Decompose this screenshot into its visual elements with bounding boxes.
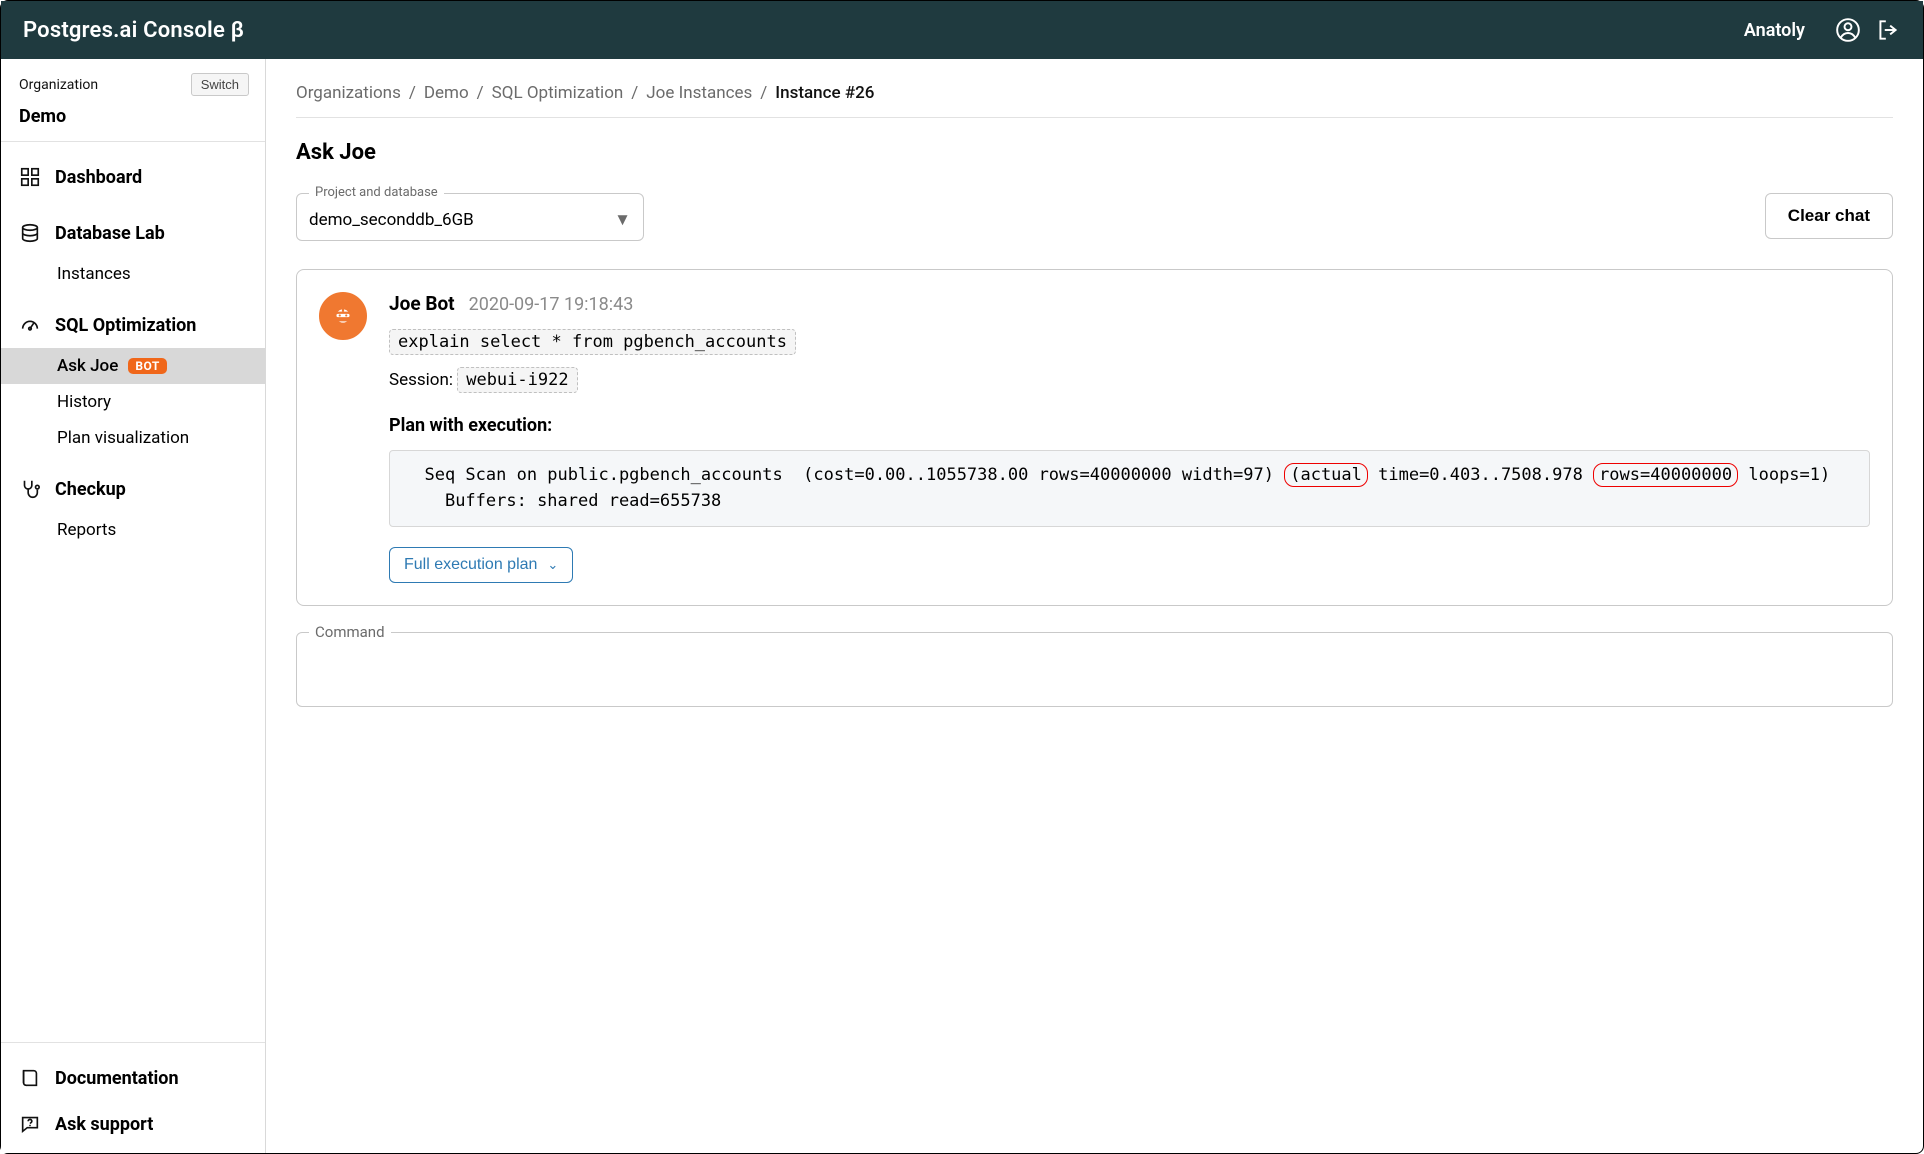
switch-org-button[interactable]: Switch: [191, 73, 249, 96]
sidebar-item-checkup[interactable]: Checkup: [1, 466, 265, 512]
highlight-actual: (actual: [1284, 463, 1368, 487]
breadcrumb-link[interactable]: SQL Optimization: [492, 83, 624, 103]
message-timestamp: 2020-09-17 19:18:43: [469, 294, 634, 315]
brand-title: Postgres.ai Console β: [23, 18, 244, 43]
stethoscope-icon: [19, 478, 41, 500]
session-value: webui-i922: [457, 367, 577, 393]
dashboard-icon: [19, 166, 41, 188]
top-bar: Postgres.ai Console β Anatoly: [1, 1, 1923, 59]
sidebar-item-label: Dashboard: [55, 167, 142, 188]
sidebar-item-label: Ask Joe: [57, 356, 118, 376]
plan-title: Plan with execution:: [389, 415, 1870, 436]
breadcrumb-current: Instance #26: [775, 83, 874, 103]
sidebar-item-label: Documentation: [55, 1068, 179, 1089]
chevron-down-icon: ▼: [614, 210, 631, 230]
bot-badge: BOT: [128, 358, 166, 374]
breadcrumb-link[interactable]: Organizations: [296, 83, 401, 103]
full-execution-plan-button[interactable]: Full execution plan ⌄: [389, 547, 573, 583]
sidebar-item-label: Ask support: [55, 1114, 153, 1135]
breadcrumb-link[interactable]: Demo: [424, 83, 469, 103]
breadcrumb: Organizations/ Demo/ SQL Optimization/ J…: [296, 83, 1893, 118]
sidebar-item-ask-support[interactable]: Ask support: [1, 1101, 265, 1147]
sidebar-item-label: History: [57, 392, 111, 412]
bot-name: Joe Bot: [389, 292, 455, 315]
query-code: explain select * from pgbench_accounts: [389, 329, 796, 355]
command-input[interactable]: [311, 653, 1878, 672]
command-field[interactable]: Command: [296, 632, 1893, 707]
logout-icon[interactable]: [1875, 17, 1901, 43]
sidebar-item-label: Checkup: [55, 479, 126, 500]
account-icon[interactable]: [1835, 17, 1861, 43]
bot-avatar-icon: [319, 292, 367, 340]
organization-name[interactable]: Demo: [1, 102, 265, 141]
sidebar-item-dashboard[interactable]: Dashboard: [1, 154, 265, 200]
sidebar-item-reports[interactable]: Reports: [1, 512, 265, 548]
select-value: demo_seconddb_6GB: [309, 210, 474, 230]
main-area: Organizations/ Demo/ SQL Optimization/ J…: [266, 59, 1923, 1153]
stack-icon: [19, 222, 41, 244]
sidebar-item-history[interactable]: History: [1, 384, 265, 420]
sidebar-item-label: Plan visualization: [57, 428, 189, 448]
session-label: Session:: [389, 370, 453, 390]
sidebar-item-plan-visualization[interactable]: Plan visualization: [1, 420, 265, 456]
sidebar: Organization Switch Demo Dashboard Datab…: [1, 59, 266, 1153]
plan-output: Seq Scan on public.pgbench_accounts (cos…: [389, 450, 1870, 527]
sidebar-item-ask-joe[interactable]: Ask Joe BOT: [1, 348, 265, 384]
highlight-rows: rows=40000000: [1593, 463, 1738, 487]
breadcrumb-link[interactable]: Joe Instances: [646, 83, 752, 103]
project-db-select[interactable]: Project and database demo_seconddb_6GB ▼: [296, 193, 644, 241]
support-icon: [19, 1113, 41, 1135]
user-name[interactable]: Anatoly: [1744, 20, 1805, 41]
sidebar-item-documentation[interactable]: Documentation: [1, 1055, 265, 1101]
sidebar-item-instances[interactable]: Instances: [1, 256, 265, 292]
book-icon: [19, 1067, 41, 1089]
clear-chat-button[interactable]: Clear chat: [1765, 193, 1893, 239]
sidebar-item-database-lab[interactable]: Database Lab: [1, 210, 265, 256]
select-legend: Project and database: [309, 185, 444, 200]
sidebar-item-label: SQL Optimization: [55, 315, 196, 336]
chevron-down-icon: ⌄: [547, 557, 558, 573]
bot-message-card: Joe Bot 2020-09-17 19:18:43 explain sele…: [296, 269, 1893, 606]
sidebar-item-sql-optimization[interactable]: SQL Optimization: [1, 302, 265, 348]
command-legend: Command: [309, 623, 391, 641]
page-title: Ask Joe: [296, 140, 1893, 165]
sidebar-item-label: Reports: [57, 520, 116, 540]
gauge-icon: [19, 314, 41, 336]
sidebar-item-label: Database Lab: [55, 223, 165, 244]
organization-label: Organization: [19, 77, 98, 93]
sidebar-item-label: Instances: [57, 264, 131, 284]
button-label: Full execution plan: [404, 556, 537, 574]
